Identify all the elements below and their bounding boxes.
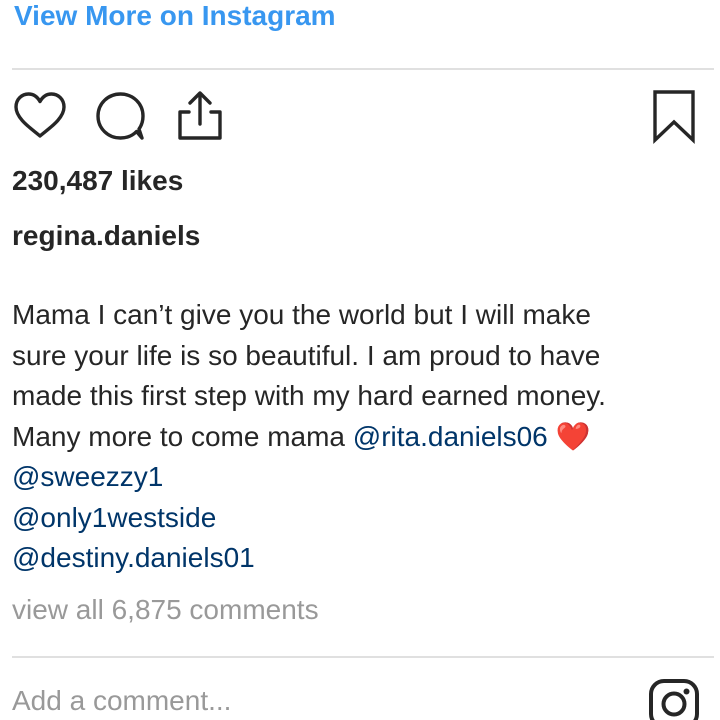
view-more-link[interactable]: View More on Instagram [14,0,336,34]
share-icon[interactable] [172,88,228,144]
caption-line: Mama I can’t give you the world but I wi… [12,299,591,330]
view-all-comments-link[interactable]: view all 6,875 comments [12,592,319,628]
bottom-divider [12,656,714,658]
add-comment-input[interactable]: Add a comment... [12,683,231,719]
bookmark-icon[interactable] [646,88,702,144]
caption-line: Many more to come mama [12,420,353,452]
heart-icon[interactable] [12,88,68,144]
likes-count[interactable]: 230,487 likes [12,163,183,199]
action-bar [12,88,702,144]
post-caption: Mama I can’t give you the world but I wi… [12,295,712,579]
mention-link[interactable]: @destiny.daniels01 [12,542,255,573]
post-username[interactable]: regina.daniels [12,218,200,254]
comment-icon[interactable] [92,88,148,144]
mention-link[interactable]: @sweezzy1 [12,461,163,492]
mention-link[interactable]: @only1westside [12,502,216,533]
top-divider [12,68,714,70]
mention-link[interactable]: @rita.daniels06 [353,421,548,452]
instagram-embed: View More on Instagram 230,487 likes reg… [0,0,720,720]
caption-line: sure your life is so beautiful. I am pro… [12,339,601,371]
instagram-logo-icon[interactable] [648,678,700,720]
caption-line: made this first step with my hard earned… [12,380,606,411]
red-heart-emoji: ❤️ [555,420,591,452]
